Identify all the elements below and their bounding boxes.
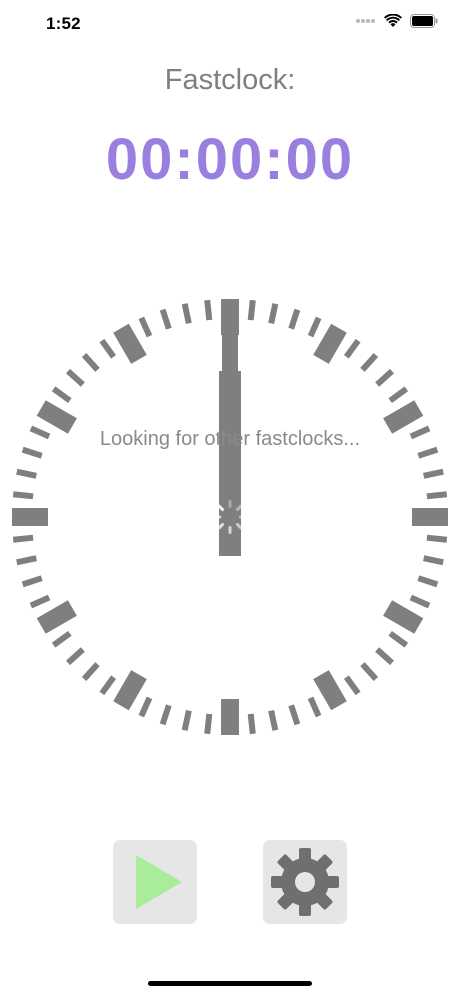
minute-tick	[388, 630, 409, 648]
minute-tick	[343, 675, 361, 696]
minute-tick	[268, 710, 279, 731]
minute-tick	[268, 303, 279, 324]
battery-icon	[410, 14, 438, 28]
settings-button[interactable]	[263, 840, 347, 924]
minute-tick	[247, 299, 256, 321]
minute-tick	[51, 386, 72, 404]
minute-tick	[423, 468, 444, 479]
minute-tick	[138, 696, 153, 718]
hour-tick	[383, 600, 424, 634]
hour-tick	[221, 699, 239, 735]
minute-tick	[375, 647, 395, 666]
minute-tick	[29, 594, 51, 609]
minute-tick	[99, 338, 117, 359]
minute-tick	[138, 316, 153, 338]
minute-tick	[99, 675, 117, 696]
home-indicator	[148, 981, 312, 986]
minute-tick	[360, 352, 379, 372]
minute-tick	[204, 299, 213, 321]
minute-tick	[247, 713, 256, 735]
minute-tick	[360, 662, 379, 682]
minute-tick	[21, 575, 43, 588]
minute-tick	[423, 555, 444, 566]
clock-face	[12, 299, 448, 735]
minute-tick	[16, 555, 37, 566]
minute-tick	[426, 491, 448, 500]
minute-tick	[307, 316, 322, 338]
minute-tick	[417, 575, 439, 588]
play-icon	[136, 855, 182, 909]
status-time: 1:52	[46, 14, 81, 33]
minute-tick	[65, 647, 85, 666]
clock-status-text: Looking for other fastclocks...	[99, 428, 361, 450]
hour-tick	[412, 508, 448, 526]
status-bar: 1:52	[0, 0, 460, 50]
cellular-dots-icon	[356, 19, 375, 23]
minute-tick	[81, 352, 100, 372]
hour-tick	[313, 323, 347, 364]
minute-tick	[181, 303, 192, 324]
minute-tick	[181, 710, 192, 731]
hour-tick	[12, 508, 48, 526]
play-button[interactable]	[113, 840, 197, 924]
minute-tick	[388, 386, 409, 404]
hour-tick	[113, 670, 147, 711]
hour-tick	[36, 600, 77, 634]
minute-tick	[159, 308, 172, 330]
status-icons	[356, 14, 438, 28]
minute-tick	[307, 696, 322, 718]
minute-tick	[288, 704, 301, 726]
minute-tick	[409, 594, 431, 609]
minute-tick	[12, 534, 34, 543]
page-title: Fastclock:	[164, 64, 296, 96]
minute-tick	[65, 368, 85, 387]
minute-tick	[426, 534, 448, 543]
minute-tick	[375, 368, 395, 387]
minute-tick	[16, 468, 37, 479]
minute-tick	[51, 630, 72, 648]
minute-tick	[159, 704, 172, 726]
minute-tick	[343, 338, 361, 359]
minute-tick	[204, 713, 213, 735]
minute-tick	[81, 662, 100, 682]
minute-tick	[12, 491, 34, 500]
gear-icon	[271, 848, 339, 916]
timer-display: 00:00:00	[105, 127, 355, 192]
hour-tick	[113, 323, 147, 364]
hour-tick	[313, 670, 347, 711]
wifi-icon	[384, 14, 402, 27]
minute-tick	[288, 308, 301, 330]
